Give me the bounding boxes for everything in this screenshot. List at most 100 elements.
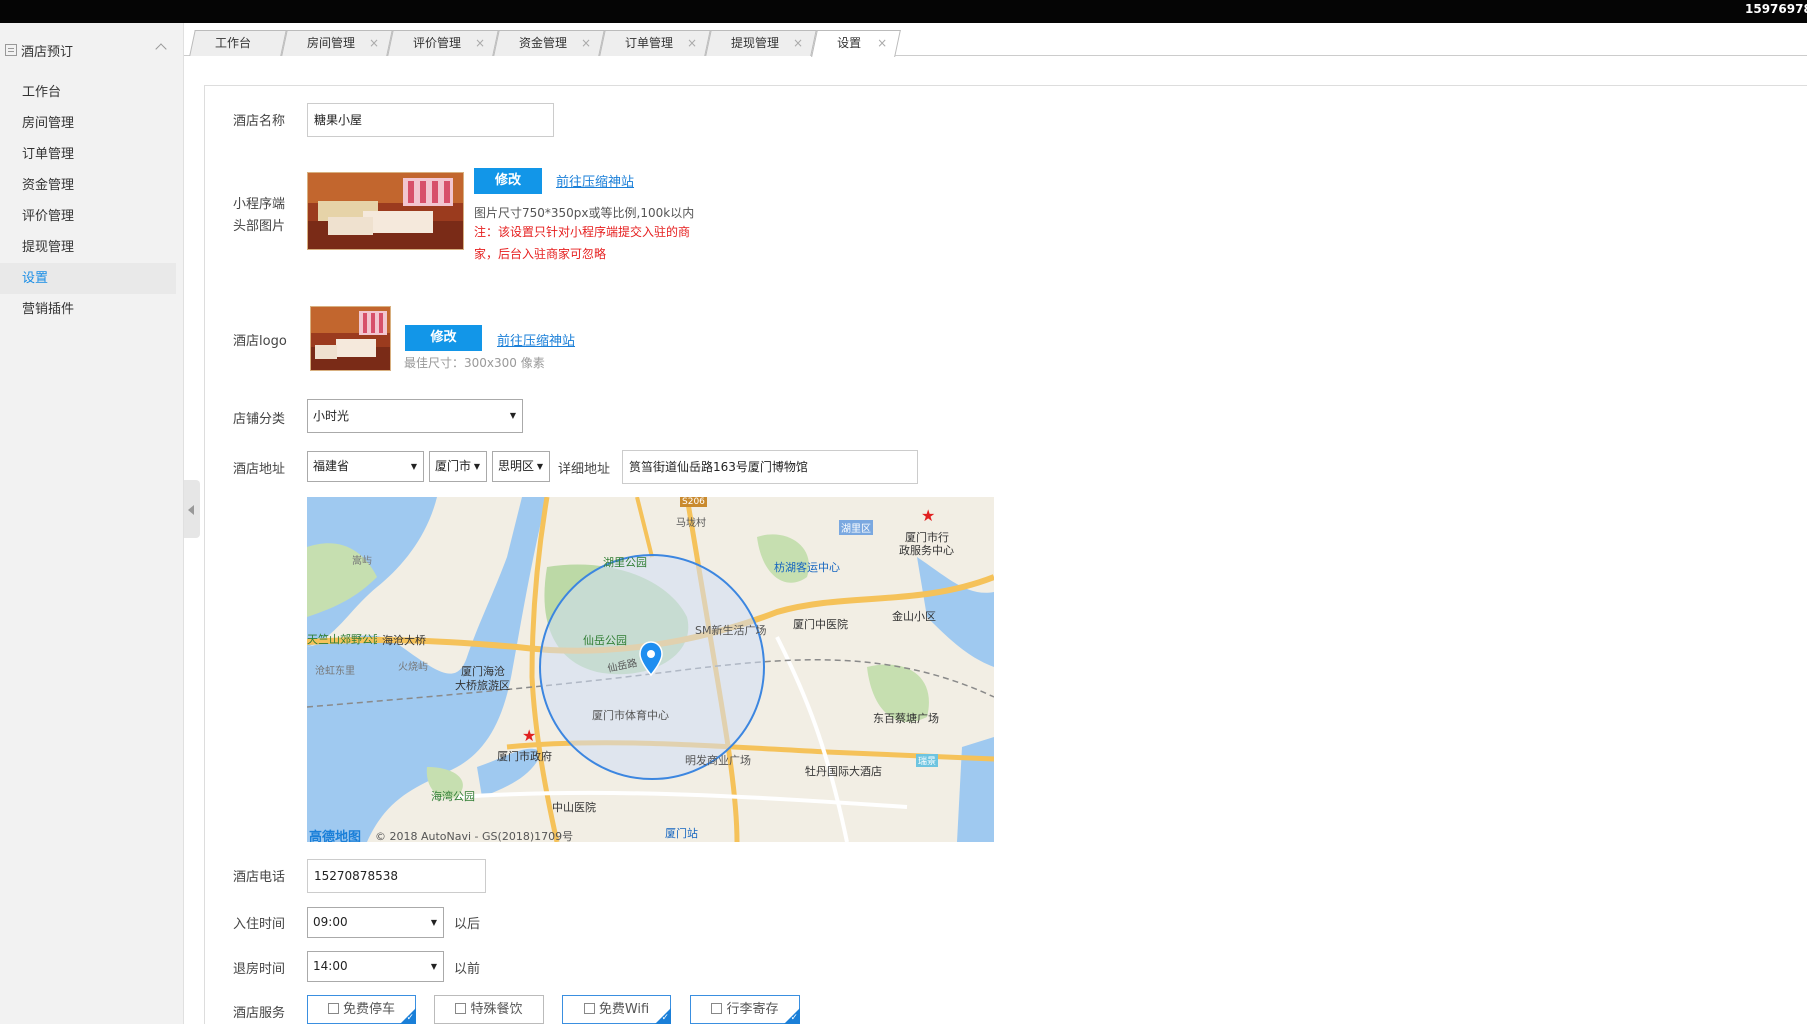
service-label: 免费停车 [342, 1002, 395, 1017]
service-label: 特殊餐饮 [470, 1002, 523, 1017]
sidebar-menu: 工作台 房间管理 订单管理 资金管理 评价管理 提现管理 设置 营销插件 [0, 77, 183, 325]
map-label: 明发商业广场 [685, 754, 751, 767]
luggage-icon [711, 1003, 723, 1014]
top-bar: 15976978 [0, 0, 1807, 23]
sidebar-collapse-handle[interactable] [184, 480, 200, 538]
map-copyright: © 2018 AutoNavi - GS(2018)1709号 [375, 830, 574, 842]
map-label: 厦门市体育中心 [592, 709, 669, 722]
svg-text:★: ★ [921, 506, 935, 525]
map-label: 厦门市政府 [497, 750, 552, 763]
tab-orders[interactable]: 订单管理 × [599, 30, 711, 56]
category-select[interactable]: 小时光 [307, 399, 523, 433]
city-select[interactable]: 厦门市 [429, 451, 487, 482]
hotel-logo-preview [310, 306, 391, 371]
close-icon[interactable]: × [877, 31, 887, 55]
svg-text:★: ★ [522, 726, 536, 745]
map-label: 中山医院 [552, 801, 596, 814]
hotel-logo-hint: 最佳尺寸：300x300 像素 [404, 356, 545, 370]
tab-workbench[interactable]: 工作台 [189, 30, 287, 56]
sidebar-item-workbench[interactable]: 工作台 [0, 77, 176, 108]
map-label: 马垅村 [676, 518, 706, 529]
check-icon: ✓ [661, 1013, 669, 1023]
close-icon[interactable]: × [369, 31, 379, 55]
map-label: 嵩屿 [352, 556, 372, 567]
map-label: 火烧屿 [398, 662, 428, 673]
tab-settings[interactable]: 设置 × [811, 30, 901, 57]
service-luggage-storage[interactable]: 行李寄存 ✓ [690, 995, 800, 1024]
province-select[interactable]: 福建省 [307, 451, 424, 482]
address-label: 酒店地址 [233, 462, 286, 477]
chevron-up-icon[interactable] [155, 43, 167, 55]
map-label: 沧虹东里 [315, 666, 355, 677]
map-label: 厦门中医院 [793, 618, 848, 631]
tab-reviews[interactable]: 评价管理 × [387, 30, 499, 56]
phone-input[interactable]: 15270878538 [307, 859, 486, 893]
service-free-parking[interactable]: 免费停车 ✓ [307, 995, 416, 1024]
service-free-wifi[interactable]: 免费Wifi ✓ [562, 995, 671, 1024]
services-label: 酒店服务 [233, 1006, 286, 1021]
sidebar-item-funds[interactable]: 资金管理 [0, 170, 176, 201]
tab-funds[interactable]: 资金管理 × [493, 30, 605, 56]
close-icon[interactable]: × [793, 31, 803, 55]
header-image-compress-link[interactable]: 前往压缩神站 [556, 171, 634, 190]
hotel-logo-label: 酒店logo [233, 334, 287, 349]
menu-icon [5, 44, 17, 56]
location-map[interactable]: ★ ★ 湖里公园 枋湖客运中心 厦门市行 政服务中心 湖里区 马垅村 仙岳公园 … [307, 497, 994, 842]
map-label: 厦门站 [665, 827, 698, 840]
hotel-logo-compress-link[interactable]: 前往压缩神站 [497, 330, 575, 349]
map-label: 仙岳公园 [583, 634, 627, 647]
map-label: 海沧大桥 [382, 634, 426, 647]
map-label: 湖里公园 [603, 556, 647, 569]
header-image-preview [307, 172, 464, 250]
map-label: 湖里区 [839, 520, 873, 535]
sidebar-item-marketing-plugins[interactable]: 营销插件 [0, 294, 176, 325]
sidebar-item-reviews[interactable]: 评价管理 [0, 201, 176, 232]
map-label: 天竺山郊野公园 [307, 633, 377, 646]
sidebar: 酒店预订 工作台 房间管理 订单管理 资金管理 评价管理 提现管理 设置 营销插… [0, 23, 184, 1024]
service-label: 行李寄存 [726, 1002, 779, 1017]
wifi-icon [583, 1003, 595, 1014]
sidebar-group-title: 酒店预订 [21, 44, 74, 60]
map-label: 瑞景 [916, 754, 939, 767]
sidebar-item-orders[interactable]: 订单管理 [0, 139, 176, 170]
header-image-label-1: 小程序端 [233, 197, 286, 212]
checkout-select[interactable]: 14:00 [307, 951, 444, 982]
header-image-note-2: 家，后台入驻商家可忽略 [474, 247, 607, 261]
hotel-name-label: 酒店名称 [233, 114, 286, 129]
phone-label: 酒店电话 [233, 870, 286, 885]
tab-rooms[interactable]: 房间管理 × [281, 30, 393, 56]
category-label: 店铺分类 [233, 412, 286, 427]
user-phone: 15976978 [1745, 2, 1807, 16]
close-icon[interactable]: × [581, 31, 591, 55]
header-image-edit-button[interactable]: 修改 [474, 168, 542, 194]
sidebar-item-rooms[interactable]: 房间管理 [0, 108, 176, 139]
close-icon[interactable]: × [475, 31, 485, 55]
service-special-dining[interactable]: 特殊餐饮 [434, 995, 544, 1024]
checkout-suffix: 以前 [454, 962, 481, 977]
check-icon: ✓ [406, 1013, 414, 1023]
tab-bar: 工作台 房间管理 × 评价管理 × 资金管理 × 订单管理 × 提现管理 × 设… [184, 23, 1807, 57]
map-label: 金山小区 [892, 610, 936, 623]
map-label: 牡丹国际大酒店 [805, 765, 882, 778]
map-label: S206 [680, 497, 707, 507]
hotel-name-input[interactable]: 糖果小屋 [307, 103, 554, 137]
checkin-suffix: 以后 [454, 917, 481, 932]
header-image-note-1: 注：该设置只针对小程序端提交入驻的商 [474, 225, 691, 239]
tab-withdrawals[interactable]: 提现管理 × [705, 30, 817, 56]
sidebar-group-hotel-booking[interactable]: 酒店预订 [0, 23, 183, 77]
checkin-select[interactable]: 09:00 [307, 907, 444, 938]
district-select[interactable]: 思明区 [492, 451, 550, 482]
header-image-size-desc: 图片尺寸750*350px或等比例,100k以内 [474, 206, 695, 220]
check-icon: ✓ [790, 1013, 798, 1023]
map-label: 海湾公园 [431, 790, 475, 803]
close-icon[interactable]: × [687, 31, 697, 55]
map-label: 政服务中心 [899, 544, 954, 557]
map-label: 东百蔡塘广场 [873, 712, 939, 725]
map-label: 枋湖客运中心 [774, 561, 840, 574]
hotel-logo-edit-button[interactable]: 修改 [405, 325, 482, 351]
detail-address-input[interactable]: 筼筜街道仙岳路163号厦门博物馆 [622, 450, 918, 484]
sidebar-item-settings[interactable]: 设置 [0, 263, 176, 294]
checkin-label: 入住时间 [233, 917, 286, 932]
sidebar-item-withdrawals[interactable]: 提现管理 [0, 232, 176, 263]
detail-address-label: 详细地址 [558, 462, 611, 477]
